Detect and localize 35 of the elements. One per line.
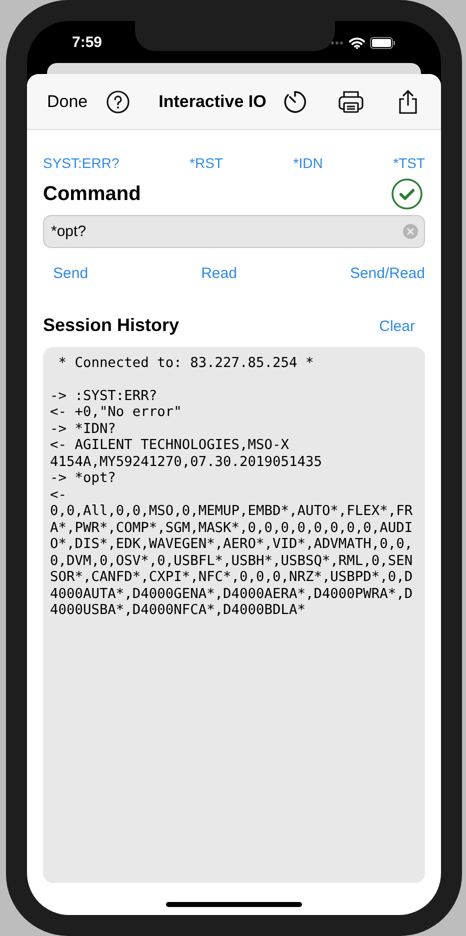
log-line: SOR*,CANFD*,CXPI*,NFC*,0,0,0,NRZ*,USBPD*,0,D xyxy=(50,569,414,586)
log-line: -> *IDN? xyxy=(50,420,117,437)
share-icon[interactable] xyxy=(397,88,420,114)
battery-icon xyxy=(370,37,396,49)
quick-command-button[interactable]: *IDN xyxy=(293,153,323,174)
log-line: 4000AUTA*,D4000GENA*,D4000AERA*,D4000PWRA*,D xyxy=(50,586,414,602)
window-title: Interactive IO xyxy=(158,90,266,113)
log-line: <- AGILENT TECHNOLOGIES,MSO-X xyxy=(50,437,290,454)
action-button[interactable]: Send/Read xyxy=(350,263,425,286)
done-button[interactable]: Done xyxy=(47,88,88,114)
section-title: Session History xyxy=(43,314,180,337)
log-line: O*,DIS*,EDK,WAVEGEN*,AERO*,VID*,ADVMATH,0,0, xyxy=(50,536,414,552)
help-icon[interactable] xyxy=(106,90,130,114)
log-line: A*,PWR*,COMP*,SGM,MASK*,0,0,0,0,0,0,0,0,AUDI xyxy=(50,520,414,536)
clear-button[interactable]: Clear xyxy=(379,316,425,338)
log-line: <- +0,"No error" xyxy=(50,404,183,420)
quick-command-button[interactable]: *RST xyxy=(190,153,223,174)
wifi-icon xyxy=(349,37,365,49)
log-line: 0,DVM,0,OSV*,0,USBFL*,USBH*,USBSQ*,RML,0,SEN xyxy=(50,552,414,569)
action-button[interactable]: Read xyxy=(201,263,237,286)
quick-command-button[interactable]: *TST xyxy=(393,153,425,174)
log-line: 0,0,All,0,0,MSO,0,MEMUP,EMBD*,AUTO*,FLEX*,FR xyxy=(50,503,414,520)
log-line: <- xyxy=(50,486,68,503)
quick-command-button[interactable]: SYST:ERR? xyxy=(43,153,120,174)
action-button[interactable]: Send xyxy=(53,263,88,286)
log-line: -> *opt? xyxy=(50,470,117,486)
log-line: 4000USBA*,D4000NFCA*,D4000BDLA* xyxy=(50,602,306,618)
log-line: 4154A,MY59241270,07.30.2019051435 xyxy=(50,454,323,470)
section-title: Command xyxy=(43,182,141,207)
log-line: * Connected to: 83.227.85.254 * xyxy=(57,354,315,371)
command-field[interactable]: *opt? xyxy=(43,215,425,248)
printer-icon[interactable] xyxy=(338,90,364,114)
timer-icon[interactable] xyxy=(283,90,308,114)
log-line: -> :SYST:ERR? xyxy=(50,388,158,404)
status-time: 7:59 xyxy=(72,32,102,53)
